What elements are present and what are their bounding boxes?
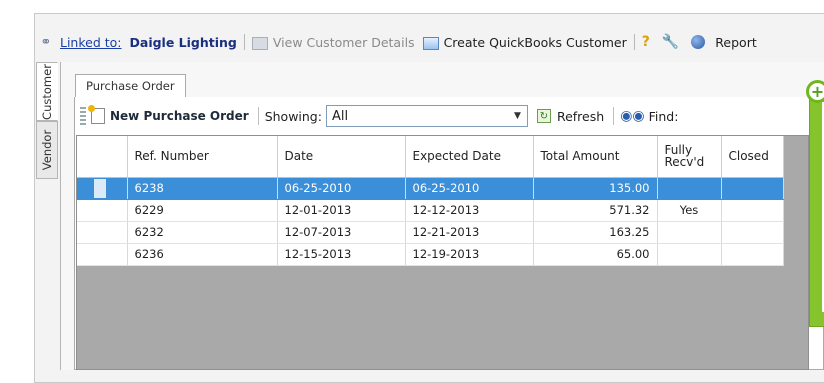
globe-icon — [691, 35, 706, 49]
new-document-icon — [88, 105, 105, 124]
column-header-closed[interactable]: Closed — [721, 136, 784, 178]
cell-date[interactable]: 12-15-2013 — [277, 243, 406, 266]
cell-total-amount[interactable]: 135.00 — [533, 177, 658, 200]
cell-total-amount[interactable]: 65.00 — [533, 243, 658, 266]
create-quickbooks-customer-button[interactable]: Create QuickBooks Customer — [422, 34, 627, 50]
cell-ref-number[interactable]: 6238 — [127, 177, 278, 200]
cell-ref-number[interactable]: 6232 — [127, 221, 278, 244]
tab-strip: Purchase Order — [60, 74, 824, 98]
chain-link-icon: ⚭ — [40, 34, 52, 50]
cell-closed[interactable] — [721, 243, 784, 266]
refresh-icon: ↻ — [536, 109, 551, 123]
create-quickbooks-customer-label: Create QuickBooks Customer — [443, 34, 627, 50]
cell-fully-received[interactable]: Yes — [657, 199, 722, 222]
cell-total-amount[interactable]: 163.25 — [533, 221, 658, 244]
column-header-fully-received[interactable]: Fully Recv'd — [657, 136, 722, 178]
report-button[interactable]: Report — [715, 35, 756, 50]
linked-to-link[interactable]: Linked to: — [60, 35, 122, 50]
table-row[interactable]: 6229 12-01-2013 12-12-2013 571.32 Yes — [77, 199, 784, 222]
divider — [633, 34, 635, 50]
find-button[interactable]: ◉◉ Find: — [620, 108, 678, 124]
purchase-order-table: Ref. Number Date Expected Date Total Amo… — [77, 136, 784, 266]
row-header[interactable] — [77, 177, 128, 200]
purchase-order-grid[interactable]: Ref. Number Date Expected Date Total Amo… — [76, 135, 809, 370]
cell-ref-number[interactable]: 6229 — [127, 199, 278, 222]
document-icon — [251, 36, 268, 50]
cell-date[interactable]: 06-25-2010 — [277, 177, 406, 200]
cell-closed[interactable] — [721, 221, 784, 244]
tab-purchase-order[interactable]: Purchase Order — [75, 74, 186, 98]
toolbar-divider — [257, 107, 259, 125]
table-row[interactable]: 6232 12-07-2013 12-21-2013 163.25 — [77, 221, 784, 244]
cell-expected-date[interactable]: 06-25-2010 — [405, 177, 534, 200]
link-bar: ⚭ Linked to: Daigle Lighting View Custom… — [34, 27, 824, 57]
cell-closed[interactable] — [721, 177, 784, 200]
table-header-row: Ref. Number Date Expected Date Total Amo… — [77, 136, 784, 178]
side-tab-customer[interactable]: Customer — [36, 62, 58, 121]
cell-fully-received[interactable] — [657, 177, 722, 200]
cell-ref-number[interactable]: 6236 — [127, 243, 278, 266]
quickbooks-icon — [422, 36, 439, 50]
dropdown-arrow-icon[interactable]: ▼ — [514, 111, 521, 121]
cell-fully-received[interactable] — [657, 221, 722, 244]
column-header-expected-date[interactable]: Expected Date — [405, 136, 534, 178]
new-purchase-order-label: New Purchase Order — [110, 109, 249, 123]
view-customer-details-label: View Customer Details — [272, 34, 415, 50]
side-tab-vendor[interactable]: Vendor — [36, 121, 58, 179]
cell-closed[interactable] — [721, 199, 784, 222]
toolbar-grip[interactable] — [80, 107, 86, 125]
side-tab-vendor-label: Vendor — [40, 129, 54, 171]
cell-expected-date[interactable]: 12-12-2013 — [405, 199, 534, 222]
plus-circle-icon[interactable]: + — [806, 80, 824, 103]
column-header-ref-number[interactable]: Ref. Number — [127, 136, 278, 178]
cell-expected-date[interactable]: 12-19-2013 — [405, 243, 534, 266]
new-purchase-order-button[interactable]: New Purchase Order — [88, 105, 249, 124]
row-header[interactable] — [77, 221, 128, 244]
cell-date[interactable]: 12-07-2013 — [277, 221, 406, 244]
cell-total-amount[interactable]: 571.32 — [533, 199, 658, 222]
help-icon[interactable]: ? — [642, 34, 650, 50]
find-label: Find: — [648, 108, 679, 124]
binoculars-icon: ◉◉ — [620, 108, 645, 124]
side-tabs: Customer Vendor — [36, 62, 58, 179]
linked-company-name[interactable]: Daigle Lighting — [130, 35, 237, 50]
divider — [243, 34, 245, 50]
cell-expected-date[interactable]: 12-21-2013 — [405, 221, 534, 244]
cell-date[interactable]: 12-01-2013 — [277, 199, 406, 222]
cell-fully-received[interactable] — [657, 243, 722, 266]
refresh-button[interactable]: ↻ Refresh — [536, 108, 605, 124]
side-tab-customer-label: Customer — [40, 63, 54, 120]
column-header-total-amount[interactable]: Total Amount — [533, 136, 658, 178]
row-header[interactable] — [77, 243, 128, 266]
po-toolbar: New Purchase Order Showing: All ▼ ↻ Refr… — [76, 101, 824, 131]
table-row[interactable]: 6238 06-25-2010 06-25-2010 135.00 — [77, 177, 784, 200]
refresh-label: Refresh — [556, 108, 605, 124]
row-header-corner — [77, 136, 128, 178]
toolbar-divider — [613, 107, 615, 125]
row-header[interactable] — [77, 199, 128, 222]
column-header-date[interactable]: Date — [277, 136, 406, 178]
table-row[interactable]: 6236 12-15-2013 12-19-2013 65.00 — [77, 243, 784, 266]
view-customer-details-button[interactable]: View Customer Details — [251, 34, 415, 50]
wrench-icon[interactable]: 🔧 — [662, 34, 679, 50]
row-selector-marker — [94, 178, 106, 198]
showing-filter-select[interactable]: All ▼ — [325, 105, 528, 127]
showing-label: Showing: — [264, 108, 322, 124]
showing-filter-value: All — [331, 108, 349, 124]
